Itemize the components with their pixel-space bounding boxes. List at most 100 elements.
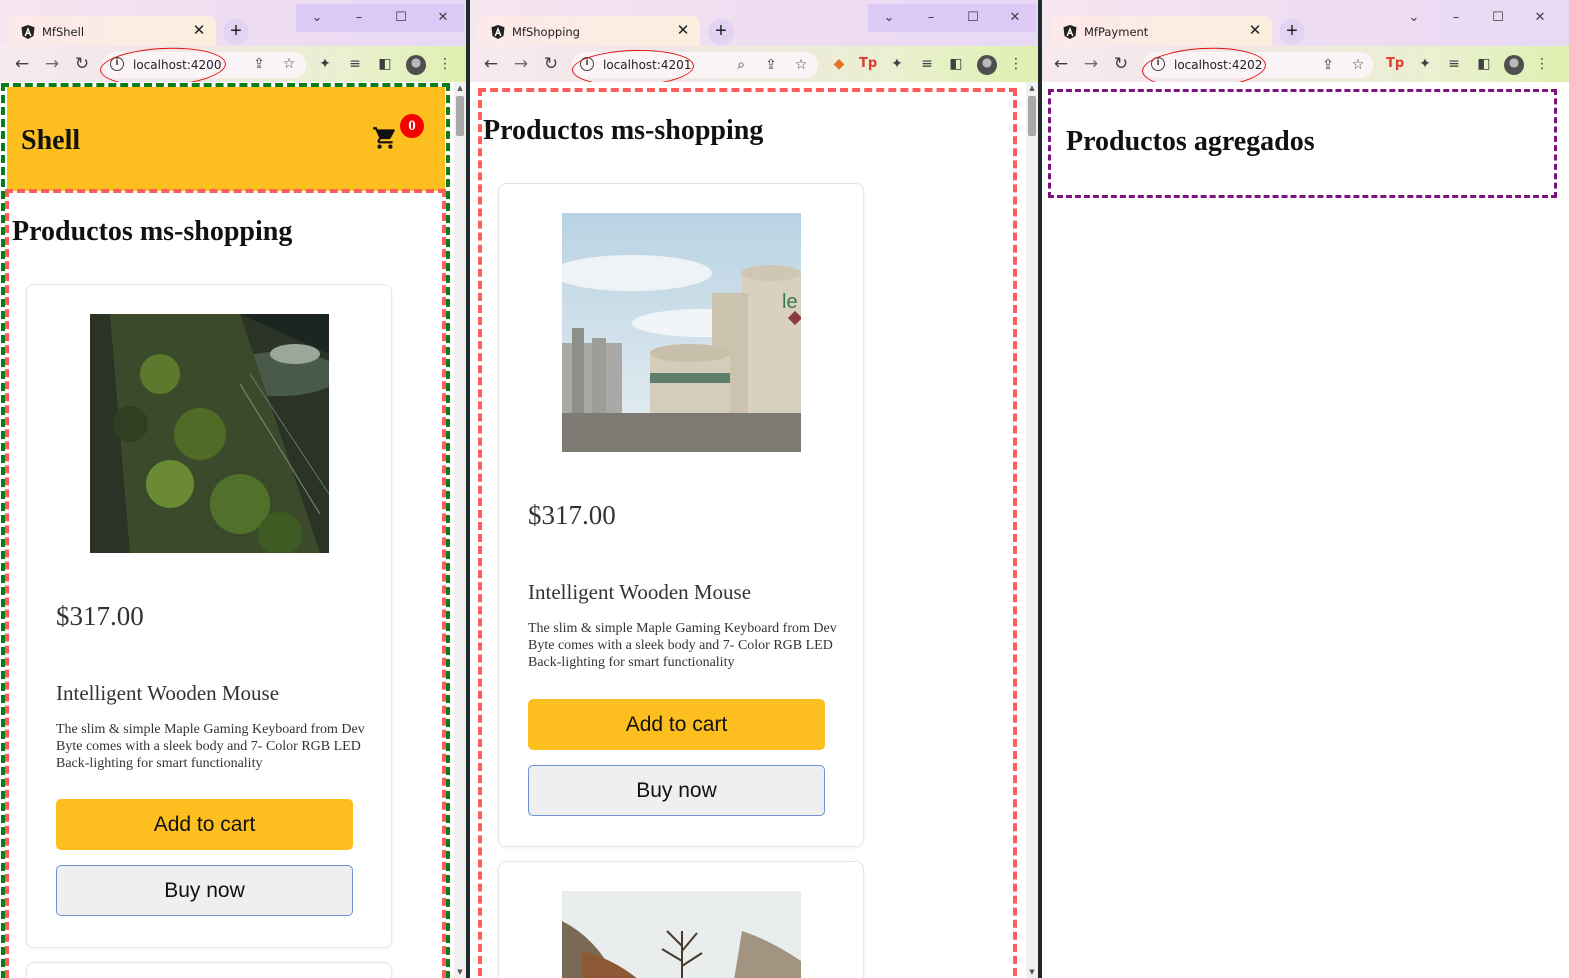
add-to-cart-button[interactable]: Add to cart	[56, 799, 353, 850]
minimize-button[interactable]: –	[1435, 4, 1477, 32]
reload-icon[interactable]: ↻	[1111, 54, 1131, 74]
extensions-puzzle-icon[interactable]: ✦	[316, 55, 334, 73]
back-arrow-icon[interactable]: ←	[481, 54, 501, 74]
close-window-button[interactable]: ✕	[994, 4, 1036, 32]
tab-search-icon[interactable]: ⌄	[1393, 4, 1435, 32]
close-tab-icon[interactable]: ✕	[191, 23, 207, 39]
extensions-puzzle-icon[interactable]: ✦	[888, 55, 906, 73]
buy-now-button[interactable]: Buy now	[528, 765, 825, 816]
product-description: The slim & simple Maple Gaming Keyboard …	[56, 722, 365, 771]
share-icon[interactable]: ⇪	[762, 56, 780, 74]
product-card-next	[498, 861, 864, 978]
profile-avatar[interactable]	[1504, 55, 1524, 75]
profile-avatar[interactable]	[406, 55, 426, 75]
minimize-button[interactable]: –	[910, 4, 952, 32]
scrollbar[interactable]: ▲ ▼	[454, 82, 466, 978]
product-name: Intelligent Wooden Mouse	[528, 580, 752, 604]
tab-search-icon[interactable]: ⌄	[296, 4, 338, 32]
side-panel-icon[interactable]: ◧	[947, 55, 965, 73]
scrollbar[interactable]: ▲ ▼	[1026, 82, 1038, 978]
maximize-button[interactable]: ☐	[1477, 4, 1519, 32]
tp-extension-icon[interactable]: Tp	[1386, 55, 1404, 73]
product-image-factory: le	[562, 213, 801, 452]
scroll-thumb[interactable]	[456, 96, 464, 136]
tp-extension-icon[interactable]: Tp	[859, 55, 877, 73]
scroll-down-arrow-icon[interactable]: ▼	[1027, 968, 1037, 976]
product-name: Intelligent Wooden Mouse	[56, 681, 280, 705]
angular-icon	[21, 25, 35, 39]
new-tab-button[interactable]: +	[1279, 19, 1305, 45]
media-queue-icon[interactable]: ≡	[1445, 55, 1463, 73]
minimize-button[interactable]: –	[338, 4, 380, 32]
add-to-cart-button[interactable]: Add to cart	[528, 699, 825, 750]
menu-kebab-icon[interactable]: ⋮	[1007, 55, 1025, 73]
bookmark-star-icon[interactable]: ☆	[280, 55, 298, 73]
product-card: $317.00 Intelligent Wooden Mouse The sli…	[26, 284, 392, 948]
reload-icon[interactable]: ↻	[541, 54, 561, 74]
shell-title: Shell	[21, 125, 81, 156]
forward-arrow-icon[interactable]: →	[42, 54, 62, 74]
page-viewport: Shell 0 Productos ms-shopping $317.00 In…	[0, 82, 466, 978]
back-arrow-icon[interactable]: ←	[1051, 54, 1071, 74]
forward-arrow-icon[interactable]: →	[1081, 54, 1101, 74]
tab-mfshell[interactable]: MfShell ✕	[8, 16, 216, 48]
share-icon[interactable]: ⇪	[250, 55, 268, 73]
scroll-up-arrow-icon[interactable]: ▲	[455, 84, 465, 92]
product-price: $317.00	[528, 500, 616, 530]
bookmark-star-icon[interactable]: ☆	[1349, 56, 1367, 74]
tab-title: MfPayment	[1084, 25, 1149, 39]
menu-kebab-icon[interactable]: ⋮	[1533, 55, 1551, 73]
browser-window-shopping: MfShopping ✕ + ⌄ – ☐ ✕ ← → ↻ i localhost…	[470, 0, 1038, 978]
browser-window-payment: MfPayment ✕ + ⌄ – ☐ ✕ ← → ↻ i localhost:…	[1042, 0, 1569, 978]
tab-strip: MfPayment ✕ + ⌄ – ☐ ✕	[1042, 0, 1569, 48]
zoom-search-icon[interactable]: ⌕	[732, 56, 750, 74]
angular-icon	[1063, 25, 1077, 39]
tab-search-icon[interactable]: ⌄	[868, 4, 910, 32]
menu-kebab-icon[interactable]: ⋮	[436, 55, 454, 73]
svg-text:le: le	[782, 291, 798, 313]
bookmark-star-icon[interactable]: ☆	[792, 56, 810, 74]
share-icon[interactable]: ⇪	[1319, 56, 1337, 74]
added-products-heading: Productos agregados	[1066, 126, 1315, 157]
product-card: le $317.00 Intelligent Wooden Mouse The …	[498, 183, 864, 847]
browser-toolbar: ← → ↻ i localhost:4202 ⇪ ☆ Tp ✦ ≡ ◧ ⋮	[1042, 44, 1569, 92]
products-heading: Productos ms-shopping	[483, 115, 764, 146]
window-controls: ⌄ – ☐ ✕	[1393, 4, 1561, 32]
tab-mfshopping[interactable]: MfShopping ✕	[478, 16, 700, 48]
tab-title: MfShopping	[512, 25, 580, 39]
side-panel-icon[interactable]: ◧	[376, 55, 394, 73]
close-window-button[interactable]: ✕	[1519, 4, 1561, 32]
close-tab-icon[interactable]: ✕	[1247, 23, 1263, 39]
scroll-up-arrow-icon[interactable]: ▲	[1027, 84, 1037, 92]
close-window-button[interactable]: ✕	[422, 4, 464, 32]
page-viewport: Productos agregados	[1042, 82, 1569, 978]
reload-icon[interactable]: ↻	[72, 54, 92, 74]
back-arrow-icon[interactable]: ←	[12, 54, 32, 74]
buy-now-button[interactable]: Buy now	[56, 865, 353, 916]
browser-toolbar: ← → ↻ i localhost:4200 ⇪ ☆ ✦ ≡ ◧ ⋮	[0, 44, 466, 90]
maximize-button[interactable]: ☐	[952, 4, 994, 32]
extensions-puzzle-icon[interactable]: ✦	[1416, 55, 1434, 73]
media-queue-icon[interactable]: ≡	[918, 55, 936, 73]
maximize-button[interactable]: ☐	[380, 4, 422, 32]
product-price: $317.00	[56, 601, 144, 631]
media-queue-icon[interactable]: ≡	[346, 55, 364, 73]
tab-strip: MfShopping ✕ + ⌄ – ☐ ✕	[470, 0, 1038, 48]
side-panel-icon[interactable]: ◧	[1475, 55, 1493, 73]
shopping-cart-icon[interactable]	[371, 125, 399, 151]
forward-arrow-icon[interactable]: →	[511, 54, 531, 74]
page-viewport: Productos ms-shopping le $317.00 Intelli…	[470, 82, 1038, 978]
scroll-thumb[interactable]	[1028, 96, 1036, 136]
product-description: The slim & simple Maple Gaming Keyboard …	[528, 621, 837, 670]
browser-window-shell: MfShell ✕ + ⌄ – ☐ ✕ ← → ↻ i localhost:42…	[0, 0, 466, 978]
tab-strip: MfShell ✕ + ⌄ – ☐ ✕	[0, 0, 466, 48]
metamask-fox-icon[interactable]: ◆	[830, 55, 848, 73]
tab-mfpayment[interactable]: MfPayment ✕	[1050, 16, 1272, 48]
scroll-down-arrow-icon[interactable]: ▼	[455, 968, 465, 976]
close-tab-icon[interactable]: ✕	[675, 23, 691, 39]
tab-title: MfShell	[42, 25, 85, 39]
cart-count-badge: 0	[400, 114, 424, 138]
profile-avatar[interactable]	[977, 55, 997, 75]
new-tab-button[interactable]: +	[223, 19, 249, 45]
new-tab-button[interactable]: +	[708, 19, 734, 45]
